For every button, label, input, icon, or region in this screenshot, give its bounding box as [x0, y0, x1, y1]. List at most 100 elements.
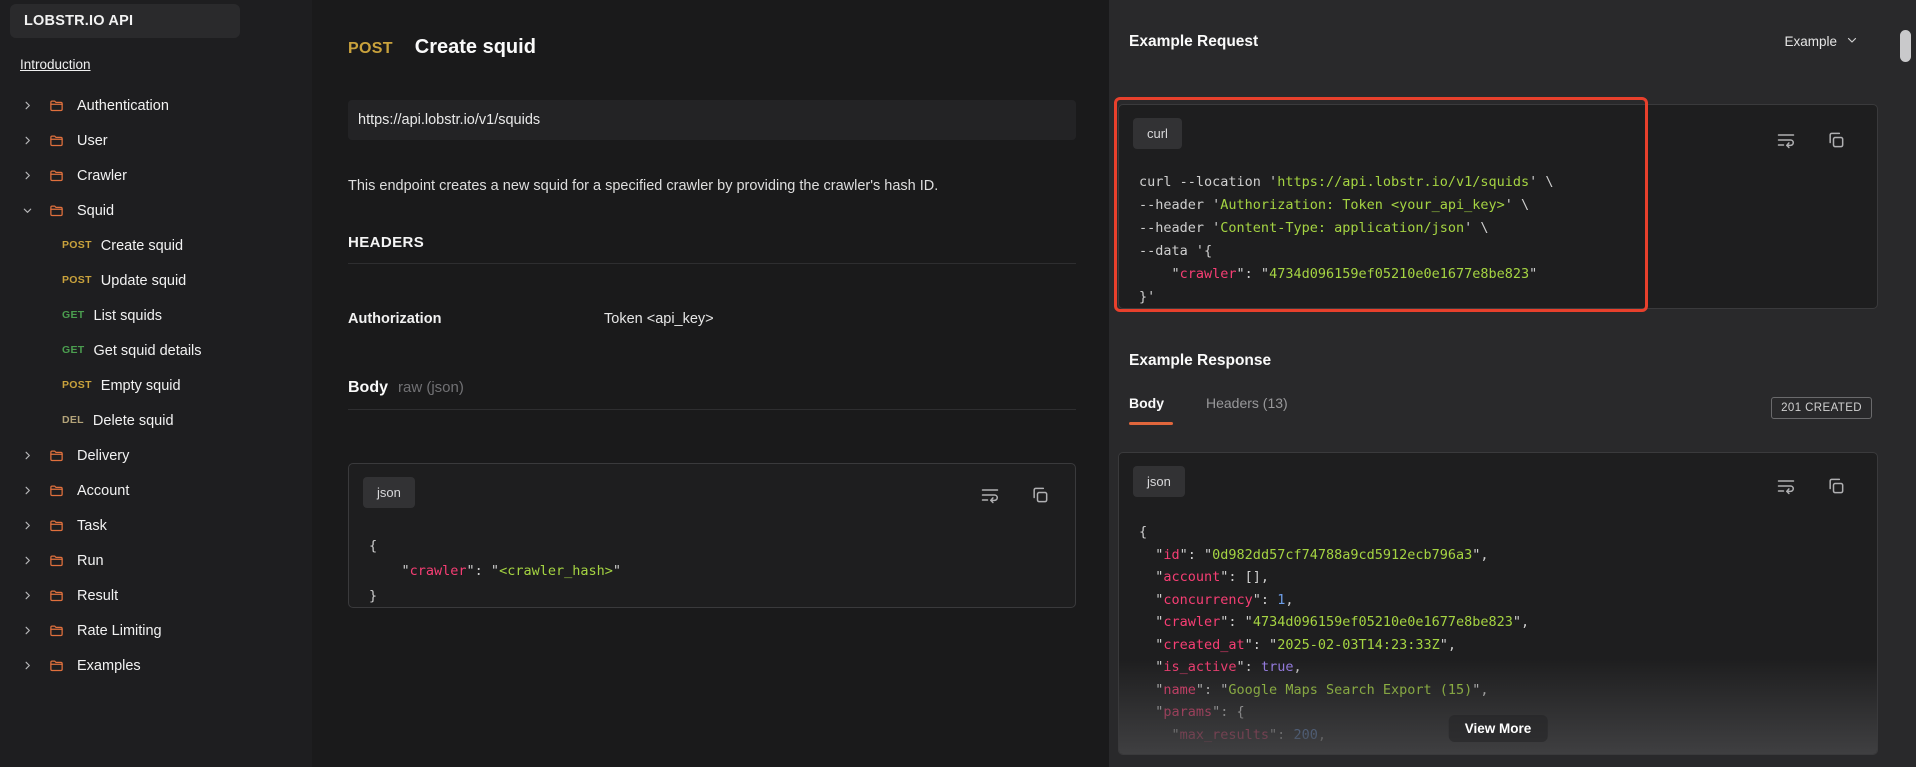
sidebar-item-delivery[interactable]: Delivery	[0, 438, 312, 473]
code-line: "account": [],	[1139, 569, 1270, 585]
wrap-text-icon[interactable]	[1775, 475, 1797, 497]
sidebar: LOBSTR.IO API Introduction Authenticatio…	[0, 0, 312, 767]
sidebar-item-crawler[interactable]: Crawler	[0, 158, 312, 193]
sidebar-item-label: Delete squid	[92, 412, 174, 429]
sidebar-item-label: Squid	[77, 202, 115, 219]
code-line: --header 'Content-Type: application/json…	[1139, 220, 1489, 236]
sidebar-item-account[interactable]: Account	[0, 473, 312, 508]
wrap-text-icon[interactable]	[979, 484, 1001, 506]
sidebar-item-label: Update squid	[100, 272, 187, 289]
sidebar-item-delete-squid[interactable]: DEL Delete squid	[0, 403, 312, 438]
sidebar-item-user[interactable]: User	[0, 123, 312, 158]
scrollbar-thumb[interactable]	[1900, 30, 1911, 62]
code-content: curl --location 'https://api.lobstr.io/v…	[1139, 171, 1863, 309]
chevron-down-icon	[1846, 34, 1858, 49]
language-chip: json	[363, 477, 415, 508]
method-badge-get: GET	[62, 309, 85, 322]
sidebar-item-rate-limiting[interactable]: Rate Limiting	[0, 613, 312, 648]
method-badge-post: POST	[62, 239, 92, 252]
code-line: curl --location 'https://api.lobstr.io/v…	[1139, 174, 1554, 190]
method-badge-post: POST	[62, 379, 92, 392]
code-line: {	[369, 538, 378, 554]
tab-headers[interactable]: Headers (13)	[1206, 395, 1288, 425]
chevron-right-icon[interactable]	[22, 660, 38, 671]
view-more-button[interactable]: View More	[1448, 715, 1548, 742]
examples-panel: Example Request Example curl curl --loca…	[1109, 0, 1916, 767]
body-section-title-row: Body raw (json)	[348, 379, 464, 397]
chevron-right-icon[interactable]	[22, 485, 38, 496]
folder-icon	[48, 483, 65, 498]
code-line: "crawler": "<crawler_hash>"	[369, 563, 622, 579]
request-body-code-block: json { "crawler": "<crawler_hash>"}	[348, 463, 1076, 608]
sidebar-item-label: Result	[77, 587, 119, 604]
method-badge-get: GET	[62, 344, 85, 357]
endpoint-title-row: POST Create squid	[348, 36, 536, 59]
sidebar-item-run[interactable]: Run	[0, 543, 312, 578]
sidebar-item-label: Create squid	[100, 237, 184, 254]
introduction-link[interactable]: Introduction	[20, 57, 91, 72]
sidebar-item-label: Examples	[77, 657, 141, 674]
body-section-title: Body	[348, 379, 388, 396]
sidebar-item-label: User	[77, 132, 108, 149]
folder-icon	[48, 448, 65, 463]
chevron-right-icon[interactable]	[22, 135, 38, 146]
folder-icon	[48, 623, 65, 638]
copy-icon[interactable]	[1825, 129, 1847, 151]
folder-icon	[48, 588, 65, 603]
sidebar-item-update-squid[interactable]: POST Update squid	[0, 263, 312, 298]
sidebar-item-label: Task	[77, 517, 107, 534]
example-dropdown[interactable]: Example	[1784, 34, 1858, 49]
folder-icon	[48, 168, 65, 183]
chevron-right-icon[interactable]	[22, 100, 38, 111]
method-badge-post: POST	[62, 274, 92, 287]
chevron-down-icon[interactable]	[22, 205, 38, 216]
code-line: {	[1139, 524, 1148, 540]
chevron-right-icon[interactable]	[22, 520, 38, 531]
chevron-right-icon[interactable]	[22, 170, 38, 181]
header-key: Authorization	[348, 311, 442, 327]
sidebar-item-authentication[interactable]: Authentication	[0, 88, 312, 123]
sidebar-item-empty-squid[interactable]: POST Empty squid	[0, 368, 312, 403]
folder-icon	[48, 133, 65, 148]
example-response-title: Example Response	[1129, 352, 1272, 369]
code-content: { "crawler": "<crawler_hash>"}	[369, 534, 1061, 609]
code-line: "crawler": "4734d096159ef05210e0e1677e8b…	[1139, 614, 1530, 630]
code-line: "name": "Google Maps Search Export (15)"…	[1139, 681, 1489, 698]
folder-icon	[48, 553, 65, 568]
sidebar-item-examples[interactable]: Examples	[0, 648, 312, 683]
folder-icon	[48, 658, 65, 673]
sidebar-item-label: Get squid details	[93, 342, 202, 359]
status-badge: 201 CREATED	[1771, 397, 1872, 419]
sidebar-item-list-squids[interactable]: GET List squids	[0, 298, 312, 333]
sidebar-item-label: Delivery	[77, 447, 130, 464]
code-line: --data '{	[1139, 243, 1213, 259]
response-tabs: Body Headers (13)	[1129, 395, 1288, 425]
sidebar-item-task[interactable]: Task	[0, 508, 312, 543]
copy-icon[interactable]	[1029, 484, 1051, 506]
tab-body[interactable]: Body	[1129, 395, 1173, 425]
sidebar-item-create-squid[interactable]: POST Create squid	[0, 228, 312, 263]
chevron-right-icon[interactable]	[22, 625, 38, 636]
chevron-right-icon[interactable]	[22, 590, 38, 601]
code-line: }'	[1139, 289, 1156, 305]
sidebar-item-label: Run	[77, 552, 104, 569]
sidebar-item-get-squid-details[interactable]: GET Get squid details	[0, 333, 312, 368]
endpoint-method-badge: POST	[348, 40, 393, 57]
chevron-right-icon[interactable]	[22, 555, 38, 566]
code-line: "crawler": "4734d096159ef05210e0e1677e8b…	[1139, 266, 1538, 282]
header-row-authorization: Authorization Token <api_key>	[348, 311, 1076, 327]
copy-icon[interactable]	[1825, 475, 1847, 497]
chevron-right-icon[interactable]	[22, 450, 38, 461]
sidebar-item-label: List squids	[93, 307, 163, 324]
code-line: "created_at": "2025-02-03T14:23:33Z",	[1139, 636, 1457, 653]
example-response-code-block: json { "id": "0d982dd57cf74788a9cd5912ec…	[1118, 452, 1878, 755]
sidebar-item-squid[interactable]: Squid	[0, 193, 312, 228]
folder-icon	[48, 518, 65, 533]
sidebar-item-label: Account	[77, 482, 130, 499]
sidebar-item-result[interactable]: Result	[0, 578, 312, 613]
example-dropdown-label: Example	[1784, 34, 1837, 49]
endpoint-url: https://api.lobstr.io/v1/squids	[348, 100, 1076, 140]
wrap-text-icon[interactable]	[1775, 129, 1797, 151]
body-section-subtitle: raw (json)	[398, 379, 464, 396]
language-chip: json	[1133, 466, 1185, 497]
